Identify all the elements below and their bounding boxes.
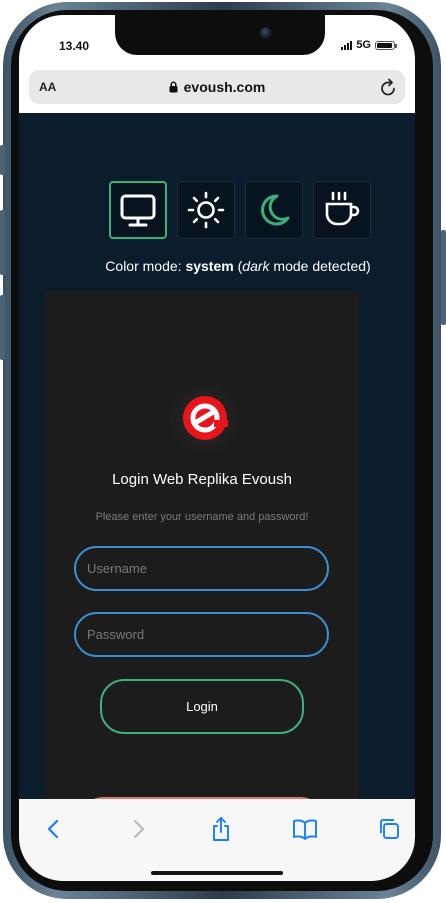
current-mode: system [185,258,234,274]
sun-icon [187,191,225,229]
color-mode-dark-button[interactable] [245,181,303,239]
caption-prefix: Color mode: [105,258,186,274]
tabs-icon [380,819,399,839]
status-time: 13.40 [59,39,90,53]
browser-toolbar [19,799,415,881]
reload-icon[interactable] [379,77,397,97]
color-mode-system-button[interactable] [109,181,167,239]
forward-chevron-icon [133,819,145,839]
battery-icon [375,40,397,50]
forward-button[interactable] [123,815,155,843]
share-icon [213,817,229,841]
bookmarks-button[interactable] [289,815,321,843]
status-bar: 13.40 5G [19,15,415,67]
url-field[interactable]: AA evoush.com [29,70,405,104]
username-input[interactable] [74,546,329,591]
caption-open: ( [233,258,243,274]
login-subtitle: Please enter your username and password! [95,511,309,523]
volume-up-button [0,210,5,275]
detected-mode: dark [242,258,270,274]
status-indicators: 5G [341,39,397,51]
color-mode-selector [109,181,371,239]
network-type: 5G [356,39,371,51]
url-display[interactable]: evoush.com [29,79,405,95]
action-button [0,145,5,175]
color-mode-light-button[interactable] [177,181,235,239]
url-text: evoush.com [183,79,266,95]
volume-down-button [0,295,5,360]
moon-icon [261,194,290,226]
share-button[interactable] [205,815,237,843]
evoush-logo-icon [183,396,228,440]
monitor-icon [120,194,156,227]
notch [115,15,325,55]
phone-frame: 13.40 5G AA evoush.com Color mode: syste… [3,2,441,899]
browser-address-bar: AA evoush.com [19,67,415,113]
web-page: Color mode: system (dark mode detected) … [19,113,415,799]
color-mode-sepia-button[interactable] [313,181,371,239]
signal-icon [341,40,353,50]
color-mode-caption: Color mode: system (dark mode detected) [19,258,415,274]
lock-icon [169,81,178,93]
password-input[interactable] [74,612,329,657]
phone-screen: 13.40 5G AA evoush.com Color mode: syste… [19,15,415,881]
front-camera [260,27,272,39]
login-card: Login Web Replika Evoush Please enter yo… [45,291,359,799]
tabs-button[interactable] [373,815,405,843]
power-button [441,230,446,325]
login-button[interactable]: Login [100,679,304,734]
evoush-logo [170,383,240,453]
home-indicator [151,871,283,875]
back-button[interactable] [37,815,69,843]
caption-suffix: mode detected) [269,258,371,274]
back-chevron-icon [47,819,59,839]
book-icon [293,819,317,840]
login-title: Login Web Replika Evoush [112,471,292,488]
coffee-cup-icon [325,191,360,226]
